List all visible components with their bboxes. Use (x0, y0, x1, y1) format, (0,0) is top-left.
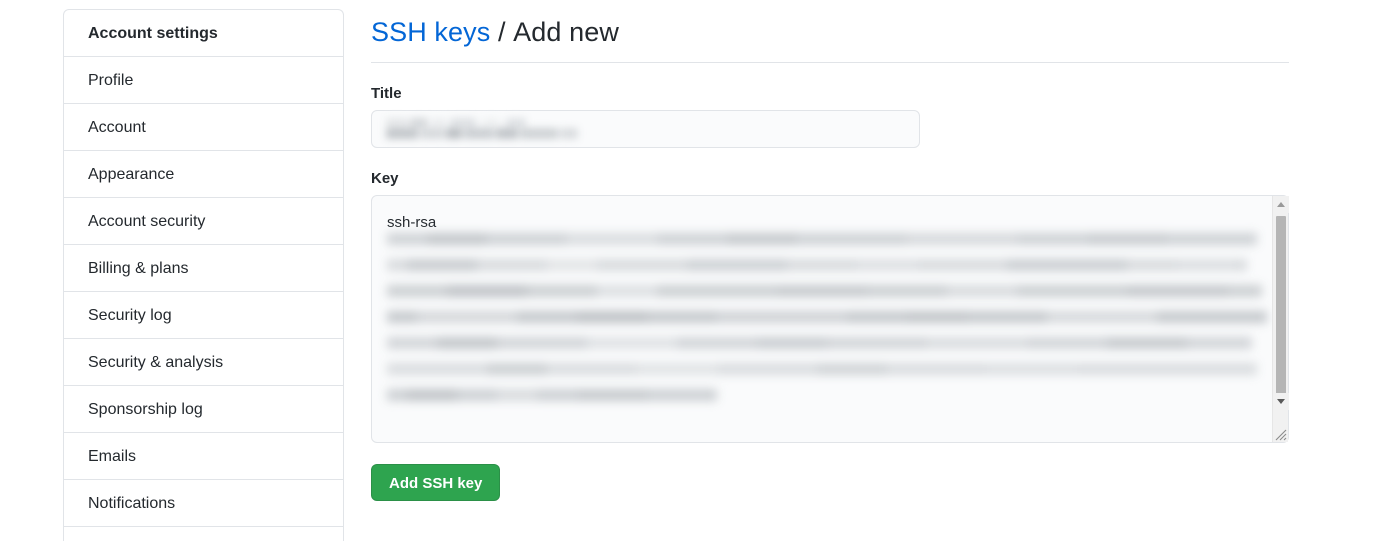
sidebar-item-profile[interactable]: Profile (64, 57, 343, 104)
scrollbar-thumb[interactable] (1276, 216, 1286, 401)
title-field-label: Title (371, 85, 402, 102)
breadcrumb-link-ssh-keys[interactable]: SSH keys (371, 17, 490, 47)
sidebar-item-security-log[interactable]: Security log (64, 292, 343, 339)
key-textarea-wrapper: ssh-rsa (371, 195, 1289, 443)
sidebar-item-emails[interactable]: Emails (64, 433, 343, 480)
header-divider (371, 62, 1289, 63)
page-title: SSH keys / Add new (371, 9, 1289, 49)
sidebar-item-label: Billing & plans (88, 260, 189, 277)
sidebar-item-label: Appearance (88, 166, 175, 183)
account-settings-sidebar: Account settings Profile Account Appeara… (63, 9, 344, 541)
add-ssh-key-button[interactable]: Add SSH key (371, 464, 501, 501)
scrollbar-down-arrow-icon[interactable] (1273, 393, 1289, 410)
sidebar-item-security-and-analysis[interactable]: Security & analysis (64, 339, 343, 386)
page-root: Account settings Profile Account Appeara… (0, 0, 1376, 548)
sidebar-item-sponsorship-log[interactable]: Sponsorship log (64, 386, 343, 433)
title-input-wrapper (371, 110, 920, 148)
sidebar-item-notifications[interactable]: Notifications (64, 480, 343, 527)
sidebar-item-label: Sponsorship log (88, 401, 203, 418)
title-redacted-value (386, 118, 596, 139)
key-textarea-scrollbar[interactable] (1272, 196, 1289, 442)
breadcrumb-separator: / (497, 17, 506, 47)
key-redacted-value (387, 233, 1267, 423)
sidebar-item-label: Emails (88, 448, 137, 465)
key-field-label: Key (371, 170, 399, 187)
sidebar-item-label: Security log (88, 307, 172, 324)
breadcrumb-current-add-new: Add new (513, 17, 619, 47)
sidebar-item-clipped[interactable] (64, 527, 343, 541)
sidebar-item-appearance[interactable]: Appearance (64, 151, 343, 198)
sidebar-item-billing-and-plans[interactable]: Billing & plans (64, 245, 343, 292)
sidebar-item-label: Account security (88, 213, 206, 230)
sidebar-item-label: Account (88, 119, 146, 136)
sidebar-item-account[interactable]: Account (64, 104, 343, 151)
textarea-resize-grip-icon[interactable] (1273, 427, 1287, 441)
key-textarea-value: ssh-rsa (387, 214, 437, 231)
sidebar-item-label: Notifications (88, 495, 176, 512)
sidebar-item-label: Profile (88, 72, 134, 89)
sidebar-item-label: Security & analysis (88, 354, 224, 371)
sidebar-item-account-security[interactable]: Account security (64, 198, 343, 245)
main-content: SSH keys / Add new Title Key ssh-rsa Add… (371, 9, 1289, 501)
sidebar-header: Account settings (64, 10, 343, 57)
scrollbar-up-arrow-icon[interactable] (1273, 196, 1289, 213)
